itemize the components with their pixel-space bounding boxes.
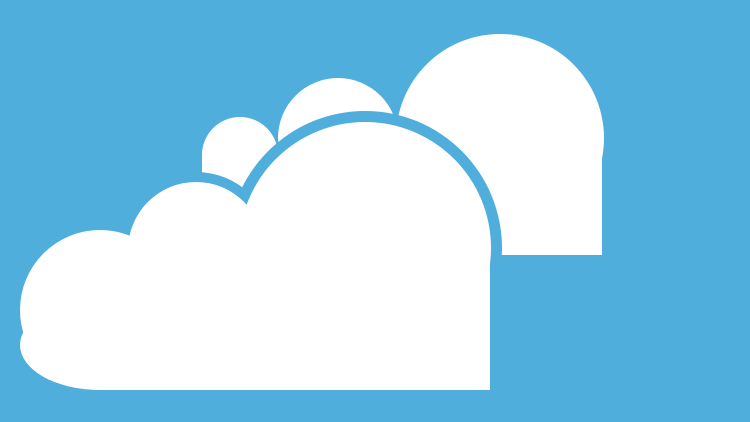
cloudy-weather-tile bbox=[0, 0, 750, 422]
cloudy-weather-icon bbox=[0, 0, 750, 422]
